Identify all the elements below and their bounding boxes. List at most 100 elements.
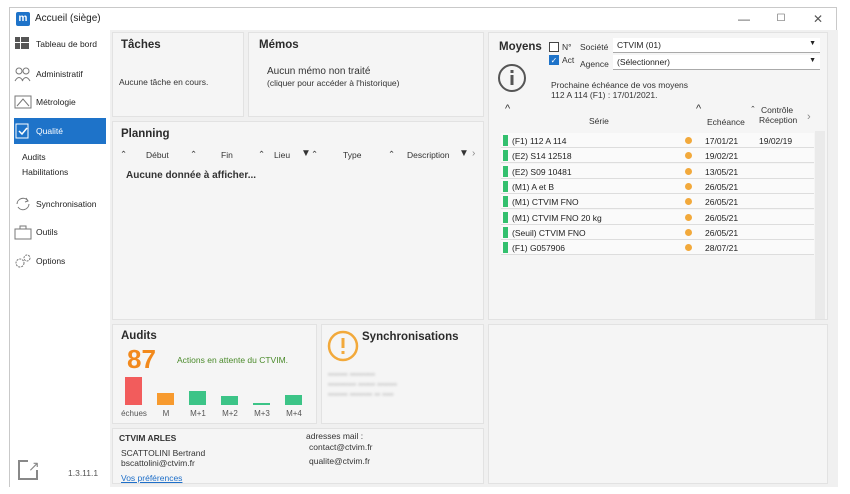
row-echeance: 17/01/21	[705, 136, 739, 146]
row-serie: (F1) G057906	[512, 243, 565, 254]
row-serie: (Seuil) CTVIM FNO	[512, 227, 586, 238]
sidebar-item-outils[interactable]: Outils	[14, 220, 106, 244]
status-dot-icon	[685, 167, 692, 175]
empty-panel	[488, 324, 828, 484]
audits-panel[interactable]: Audits 87 Actions en attente du CTVIM. é…	[112, 324, 317, 424]
dashboard: Tâches Aucune tâche en cours. Mémos Aucu…	[110, 30, 838, 487]
filter-icon[interactable]: ▼	[459, 148, 469, 159]
arrow-icon: ↗	[28, 458, 40, 474]
sort-icon[interactable]: ⌃	[311, 149, 318, 160]
warning-icon	[327, 330, 359, 362]
table-row[interactable]: (Seuil) CTVIM FNO 26/05/21	[501, 224, 814, 240]
gear-icon	[14, 253, 32, 269]
table-row[interactable]: (M1) CTVIM FNO 20 kg 26/05/21	[501, 209, 814, 225]
app-window: m Accueil (siège) — ☐ ✕ Tableau de bord …	[9, 7, 838, 487]
blurred-sync-text: ••••••• •••••••• •• ••••	[328, 390, 394, 399]
sidebar-item-label: Outils	[36, 227, 58, 237]
taches-empty-text: Aucune tâche en cours.	[119, 77, 209, 87]
sort-icon[interactable]: ⌃	[258, 149, 265, 160]
moyens-panel: Moyens N° ✓ Act Société CTVIM (01) ▼ Age…	[488, 32, 828, 320]
col-reception[interactable]: Réception	[759, 115, 797, 125]
chevron-right-icon[interactable]: ›	[472, 148, 475, 159]
people-icon	[14, 66, 32, 82]
col-serie[interactable]: Série	[589, 116, 609, 126]
audits-count: 87	[127, 344, 156, 374]
col-description[interactable]: Description	[407, 150, 450, 160]
taches-panel[interactable]: Tâches Aucune tâche en cours.	[112, 32, 244, 117]
sidebar-item-synchronisation[interactable]: Synchronisation	[14, 192, 106, 216]
vertical-scrollbar[interactable]	[815, 131, 825, 319]
audits-caption: Actions en attente du CTVIM.	[177, 355, 289, 365]
version-label: 1.3.11.1	[68, 468, 99, 478]
chevron-right-icon[interactable]: ›	[807, 111, 811, 123]
table-row[interactable]: (E2) S09 10481 13/05/21	[501, 163, 814, 179]
sort-icon[interactable]: ⌃	[388, 149, 395, 160]
col-echeance[interactable]: Echéance	[707, 117, 745, 127]
sort-icon[interactable]: ⌃	[190, 149, 197, 160]
filter-icon[interactable]: ▼	[301, 148, 311, 159]
table-row[interactable]: (M1) A et B 26/05/21	[501, 178, 814, 194]
row-serie: (M1) CTVIM FNO 20 kg	[512, 212, 602, 223]
sidebar-item-metrologie[interactable]: Métrologie	[14, 90, 106, 114]
actif-checkbox[interactable]: ✓	[549, 55, 559, 65]
row-serie: (M1) A et B	[512, 181, 555, 192]
blurred-sync-text: •••••••••• •••••• •••••••	[328, 380, 397, 389]
synchronisations-panel[interactable]: Synchronisations ••••••• ••••••••• •••••…	[321, 324, 484, 424]
row-echeance: 19/02/21	[705, 151, 739, 162]
agence-select[interactable]: (Sélectionner) ▼	[613, 55, 820, 70]
col-controle[interactable]: Contrôle	[761, 105, 793, 115]
preferences-link[interactable]: Vos préférences	[121, 473, 182, 483]
window-title: Accueil (siège)	[35, 13, 101, 24]
taches-title: Tâches	[121, 39, 161, 51]
sort-asc-icon[interactable]: ^	[696, 103, 701, 115]
title-bar: m Accueil (siège) — ☐ ✕	[10, 8, 836, 30]
audit-bar-label: M	[162, 409, 170, 418]
societe-select[interactable]: CTVIM (01) ▼	[613, 38, 820, 53]
sidebar-subitem-audits[interactable]: Audits	[22, 152, 46, 162]
table-row[interactable]: (F1) G057906 28/07/21	[501, 240, 814, 256]
contact-email: contact@ctvim.fr	[309, 442, 373, 452]
close-button[interactable]: ✕	[804, 11, 832, 27]
status-marker	[503, 150, 508, 162]
row-echeance: 26/05/21	[705, 181, 739, 192]
sidebar-item-options[interactable]: Options	[14, 249, 106, 273]
app-icon: m	[16, 12, 30, 26]
table-row[interactable]: (E2) S14 12518 19/02/21	[501, 148, 814, 164]
sidebar-item-qualite[interactable]: Qualité	[14, 118, 106, 144]
agence-label: Agence	[580, 59, 609, 69]
sort-icon[interactable]: ⌃	[750, 105, 756, 113]
status-marker	[503, 165, 508, 177]
sort-icon[interactable]: ⌃	[120, 149, 127, 160]
user-name: SCATTOLINI Bertrand	[121, 448, 206, 458]
table-row[interactable]: (F1) 112 A 114 17/01/21 19/02/19	[501, 133, 814, 148]
memos-panel[interactable]: Mémos Aucun mémo non traité (cliquer pou…	[248, 32, 484, 117]
chevron-down-icon: ▼	[809, 40, 816, 47]
sidebar-subitem-habilitations[interactable]: Habilitations	[22, 167, 68, 177]
memos-history-hint: (cliquer pour accéder à l'historique)	[267, 78, 400, 88]
row-serie: (F1) 112 A 114	[512, 136, 567, 146]
minimize-button[interactable]: —	[730, 11, 758, 27]
status-marker	[503, 242, 508, 254]
societe-value: CTVIM (01)	[617, 40, 661, 50]
audit-bar-0	[125, 377, 142, 405]
status-dot-icon	[685, 198, 692, 206]
sort-asc-icon[interactable]: ^	[505, 103, 510, 115]
sidebar-item-administratif[interactable]: Administratif	[14, 62, 106, 86]
planning-title: Planning	[121, 128, 170, 140]
maximize-button[interactable]: ☐	[767, 11, 795, 27]
audits-chart-labels: échues M M+1 M+2 M+3 M+4	[121, 409, 311, 421]
col-debut[interactable]: Début	[146, 150, 169, 160]
col-fin[interactable]: Fin	[221, 150, 233, 160]
col-lieu[interactable]: Lieu	[274, 150, 290, 160]
table-row[interactable]: (M1) CTVIM FNO 26/05/21	[501, 194, 814, 210]
audit-bar-label: M+2	[222, 409, 238, 418]
status-dot-icon	[685, 182, 692, 190]
sidebar-item-tableau-de-bord[interactable]: Tableau de bord	[14, 32, 106, 56]
mail-label: adresses mail :	[306, 431, 364, 441]
audit-bar-3	[221, 396, 238, 405]
col-type[interactable]: Type	[343, 150, 361, 160]
sidebar-item-label: Options	[36, 256, 66, 266]
scale-icon	[14, 94, 32, 110]
blurred-sync-text: ••••••• •••••••••	[328, 370, 376, 379]
numero-checkbox[interactable]	[549, 42, 559, 52]
